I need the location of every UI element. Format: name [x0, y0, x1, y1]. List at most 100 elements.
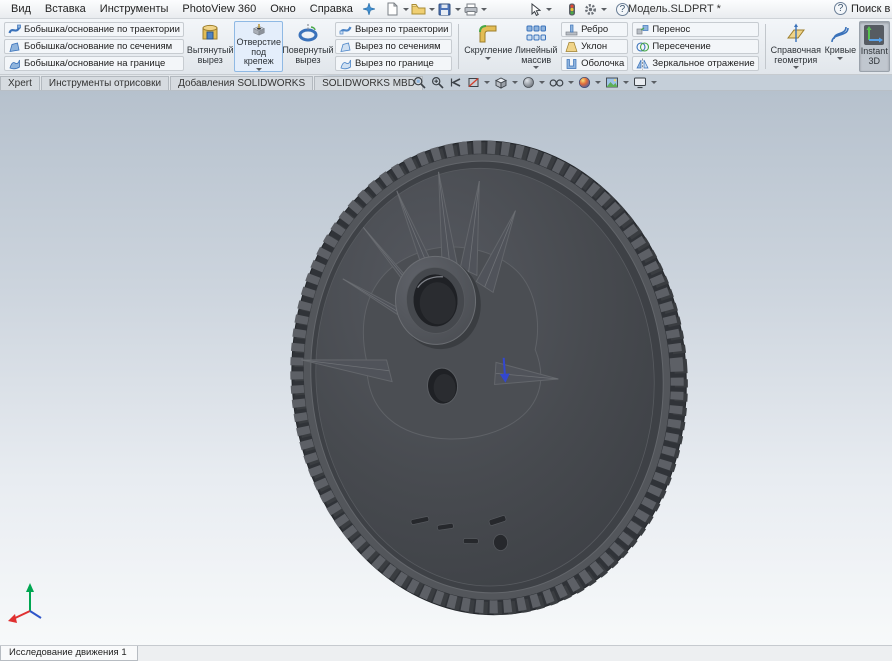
rebuild-glyph	[568, 3, 575, 15]
fillet-button[interactable]: Скругление	[463, 21, 513, 72]
save-glyph	[438, 3, 451, 15]
graphics-viewport[interactable]	[0, 91, 892, 645]
menu-insert[interactable]: Вставка	[38, 1, 93, 17]
pin-icon[interactable]	[360, 1, 378, 17]
tab-solidworks-addins[interactable]: Добавления SOLIDWORKS	[170, 76, 314, 90]
menu-window[interactable]: Окно	[263, 1, 303, 17]
boundary-boss-icon	[9, 59, 20, 69]
view-orientation-caret[interactable]	[512, 81, 518, 84]
curves-caret[interactable]	[837, 56, 844, 60]
tab-solidworks-mbd[interactable]: SOLIDWORKS MBD	[314, 76, 423, 90]
reference-geometry-caret[interactable]	[792, 66, 799, 70]
ribbon-separator-2	[764, 24, 766, 69]
move-button[interactable]: Перенос	[632, 22, 759, 37]
revolved-cut-label: Повернутый вырез	[282, 45, 334, 65]
revolved-cut-button[interactable]: Повернутый вырез	[282, 21, 334, 72]
zoom-area-icon[interactable]	[430, 76, 445, 89]
view-settings-icon[interactable]	[632, 76, 648, 89]
fillet-label: Скругление	[464, 45, 513, 55]
lofted-boss-label: Бобышка/основание по сечениям	[24, 41, 173, 52]
reference-geometry-label: Справочная геометрия	[770, 45, 822, 65]
command-manager: Бобышка/основание по траектории Бобышка/…	[0, 19, 892, 75]
rebuild-icon[interactable]	[563, 1, 581, 17]
boundary-cut-button[interactable]: Вырез по границе	[334, 56, 453, 71]
intersect-label: Пересечение	[652, 41, 711, 52]
lofted-cut-button[interactable]: Вырез по сечениям	[334, 39, 453, 54]
boundary-boss-button[interactable]: Бобышка/основание на границе	[4, 56, 184, 71]
hole-wizard-caret[interactable]	[255, 68, 262, 71]
extruded-cut-icon	[202, 24, 218, 40]
edit-appearance-caret[interactable]	[595, 81, 601, 84]
options-icon[interactable]	[582, 1, 600, 17]
linear-pattern-button[interactable]: Линейный массив	[513, 21, 559, 72]
view-settings-caret[interactable]	[651, 81, 657, 84]
hide-show-caret[interactable]	[568, 81, 574, 84]
hole-wizard-button[interactable]: Отверстие под крепеж	[234, 21, 283, 72]
tab-render-tools[interactable]: Инструменты отрисовки	[40, 76, 170, 90]
menu-view[interactable]: Вид	[4, 1, 38, 17]
apply-scene-icon[interactable]	[604, 76, 620, 89]
curves-label: Кривые	[824, 45, 857, 55]
open-caret[interactable]	[428, 7, 435, 11]
lofted-boss-button[interactable]: Бобышка/основание по сечениям	[4, 39, 184, 54]
fillet-caret[interactable]	[485, 56, 492, 60]
new-document-caret[interactable]	[402, 7, 409, 11]
open-glyph	[411, 4, 426, 15]
intersect-button[interactable]: Пересечение	[632, 39, 759, 54]
section-view-icon[interactable]	[466, 76, 481, 89]
boss-feature-stack: Бобышка/основание по траектории Бобышка/…	[2, 21, 186, 72]
hide-show-icon[interactable]	[548, 76, 565, 89]
select-arrow-caret[interactable]	[545, 7, 552, 11]
tab-dimxpert[interactable]: Xpert	[0, 76, 40, 90]
help-search[interactable]: ? Поиск в Спр	[828, 1, 892, 16]
commandmanager-tab-bar: Xpert Инструменты отрисовки Добавления S…	[0, 75, 892, 91]
fillet-icon	[479, 25, 497, 43]
extruded-cut-label: Вытянутый вырез	[186, 45, 234, 65]
shell-button[interactable]: Оболочка	[561, 56, 629, 71]
cut-feature-stack: Вырез по траектории Вырез по сечениям Вы…	[333, 21, 454, 72]
save-icon[interactable]	[436, 1, 454, 17]
extruded-cut-button[interactable]: Вытянутый вырез	[186, 21, 235, 72]
ribbon-separator-1	[458, 24, 460, 69]
motion-study-tab[interactable]: Исследование движения 1	[0, 646, 138, 661]
lofted-boss-icon	[9, 42, 20, 52]
menu-photoview[interactable]: PhotoView 360	[175, 1, 263, 17]
edit-appearance-icon[interactable]	[577, 76, 592, 89]
print-icon[interactable]	[462, 1, 480, 17]
shell-icon	[566, 58, 577, 69]
options-caret[interactable]	[600, 7, 607, 11]
print-caret[interactable]	[480, 7, 487, 11]
gear-model[interactable]	[276, 128, 702, 628]
display-style-caret[interactable]	[539, 81, 545, 84]
statusbar: Исследование движения 1	[0, 645, 892, 661]
section-view-caret[interactable]	[484, 81, 490, 84]
swept-boss-button[interactable]: Бобышка/основание по траектории	[4, 22, 184, 37]
previous-view-icon[interactable]	[448, 76, 463, 89]
apply-scene-caret[interactable]	[623, 81, 629, 84]
swept-boss-label: Бобышка/основание по траектории	[24, 24, 180, 35]
save-caret[interactable]	[454, 7, 461, 11]
triad-x-axis	[8, 614, 17, 623]
instant3d-button[interactable]: Instant 3D	[858, 21, 890, 72]
new-document-icon[interactable]	[384, 1, 402, 17]
curves-button[interactable]: Кривые	[822, 21, 859, 72]
swept-cut-icon	[339, 25, 352, 34]
menu-tools[interactable]: Инструменты	[93, 1, 176, 17]
reference-geometry-button[interactable]: Справочная геометрия	[770, 21, 822, 72]
move-icon	[636, 24, 649, 34]
mirror-icon	[636, 58, 649, 69]
view-orientation-icon[interactable]	[493, 76, 509, 89]
draft-button[interactable]: Уклон	[561, 39, 629, 54]
zoom-fit-icon[interactable]	[412, 76, 427, 89]
select-arrow-icon[interactable]	[527, 1, 545, 17]
display-style-icon[interactable]	[521, 76, 536, 89]
swept-cut-button[interactable]: Вырез по траектории	[334, 22, 453, 37]
menu-help[interactable]: Справка	[303, 1, 360, 17]
open-icon[interactable]	[410, 1, 428, 17]
lofted-cut-icon	[340, 42, 351, 52]
linear-pattern-caret[interactable]	[533, 66, 540, 70]
mirror-button[interactable]: Зеркальное отражение	[632, 56, 759, 71]
help-icon[interactable]: ?	[615, 2, 629, 16]
rib-button[interactable]: Ребро	[561, 22, 629, 37]
pin-star-glyph	[362, 3, 375, 15]
